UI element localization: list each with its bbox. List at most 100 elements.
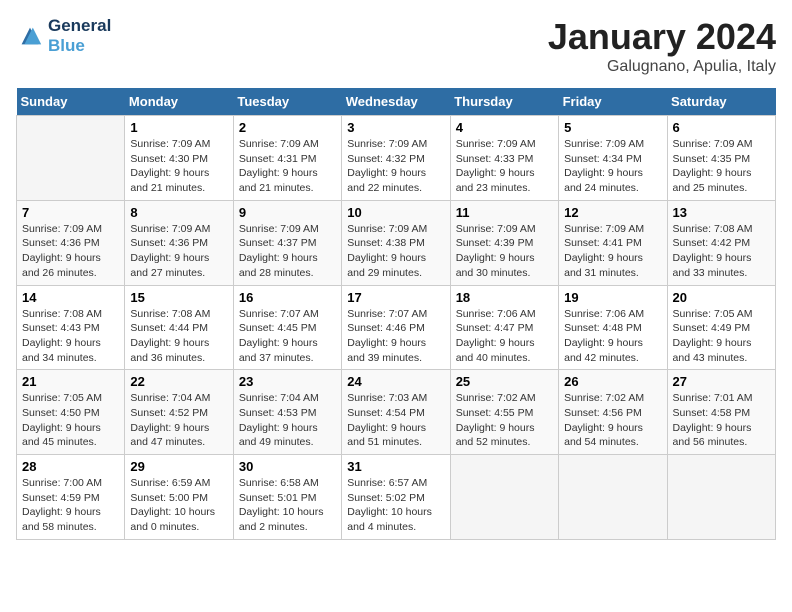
calendar-cell: 13Sunrise: 7:08 AMSunset: 4:42 PMDayligh…: [667, 200, 775, 285]
day-number: 23: [239, 374, 336, 389]
calendar-cell: 7 Sunrise: 7:09 AMSunset: 4:36 PMDaylight…: [17, 200, 125, 285]
calendar-cell: 31 Sunrise: 6:57 AMSunset: 5:02 PMDayligh…: [342, 455, 450, 540]
cell-info: Sunrise: 7:09 AMSunset: 4:41 PMDaylight:…: [564, 222, 661, 281]
day-number: 16: [239, 290, 336, 305]
cell-info: Sunrise: 7:09 AMSunset: 4:36 PMDaylight:…: [22, 222, 119, 281]
day-number: 31: [347, 459, 444, 474]
day-header-wednesday: Wednesday: [342, 88, 450, 116]
calendar-cell: 4 Sunrise: 7:09 AMSunset: 4:33 PMDaylight…: [450, 116, 558, 201]
day-header-saturday: Saturday: [667, 88, 775, 116]
cell-info: Sunrise: 7:08 AMSunset: 4:43 PMDaylight:…: [22, 307, 119, 366]
week-row-2: 7 Sunrise: 7:09 AMSunset: 4:36 PMDaylight…: [17, 200, 776, 285]
cell-info: Sunrise: 7:09 AMSunset: 4:34 PMDaylight:…: [564, 137, 661, 196]
day-number: 24: [347, 374, 444, 389]
title-block: January 2024 Galugnano, Apulia, Italy: [548, 16, 776, 76]
cell-info: Sunrise: 6:57 AMSunset: 5:02 PMDaylight:…: [347, 476, 444, 535]
page-header: General Blue January 2024 Galugnano, Apu…: [16, 16, 776, 76]
cell-info: Sunrise: 7:07 AMSunset: 4:46 PMDaylight:…: [347, 307, 444, 366]
calendar-cell: 26 Sunrise: 7:02 AMSunset: 4:56 PMDayligh…: [559, 370, 667, 455]
cell-info: Sunrise: 7:03 AMSunset: 4:54 PMDaylight:…: [347, 391, 444, 450]
day-header-sunday: Sunday: [17, 88, 125, 116]
day-number: 10: [347, 205, 444, 220]
day-number: 7: [22, 205, 119, 220]
cell-info: Sunrise: 7:02 AMSunset: 4:55 PMDaylight:…: [456, 391, 553, 450]
day-number: 6: [673, 120, 770, 135]
cell-info: Sunrise: 7:09 AMSunset: 4:36 PMDaylight:…: [130, 222, 227, 281]
cell-info: Sunrise: 7:08 AMSunset: 4:44 PMDaylight:…: [130, 307, 227, 366]
cell-info: Sunrise: 7:06 AMSunset: 4:47 PMDaylight:…: [456, 307, 553, 366]
calendar-cell: 8 Sunrise: 7:09 AMSunset: 4:36 PMDaylight…: [125, 200, 233, 285]
calendar-cell: 10 Sunrise: 7:09 AMSunset: 4:38 PMDayligh…: [342, 200, 450, 285]
cell-info: Sunrise: 7:08 AMSunset: 4:42 PMDaylight:…: [673, 222, 770, 281]
day-number: 25: [456, 374, 553, 389]
day-number: 30: [239, 459, 336, 474]
cell-info: Sunrise: 7:02 AMSunset: 4:56 PMDaylight:…: [564, 391, 661, 450]
cell-info: Sunrise: 7:07 AMSunset: 4:45 PMDaylight:…: [239, 307, 336, 366]
logo-text-line1: General: [48, 16, 111, 36]
calendar-cell: 12Sunrise: 7:09 AMSunset: 4:41 PMDayligh…: [559, 200, 667, 285]
day-number: 27: [673, 374, 770, 389]
cell-info: Sunrise: 7:09 AMSunset: 4:37 PMDaylight:…: [239, 222, 336, 281]
day-number: 18: [456, 290, 553, 305]
cell-info: Sunrise: 7:09 AMSunset: 4:39 PMDaylight:…: [456, 222, 553, 281]
calendar-cell: 20Sunrise: 7:05 AMSunset: 4:49 PMDayligh…: [667, 285, 775, 370]
day-header-monday: Monday: [125, 88, 233, 116]
logo: General Blue: [16, 16, 111, 57]
day-number: 4: [456, 120, 553, 135]
cell-info: Sunrise: 7:09 AMSunset: 4:32 PMDaylight:…: [347, 137, 444, 196]
calendar-cell: 11 Sunrise: 7:09 AMSunset: 4:39 PMDayligh…: [450, 200, 558, 285]
calendar-cell: 24 Sunrise: 7:03 AMSunset: 4:54 PMDayligh…: [342, 370, 450, 455]
cell-info: Sunrise: 7:05 AMSunset: 4:49 PMDaylight:…: [673, 307, 770, 366]
week-row-4: 21Sunrise: 7:05 AMSunset: 4:50 PMDayligh…: [17, 370, 776, 455]
logo-text-line2: Blue: [48, 36, 111, 56]
day-header-friday: Friday: [559, 88, 667, 116]
day-number: 11: [456, 205, 553, 220]
calendar-cell: [450, 455, 558, 540]
day-header-tuesday: Tuesday: [233, 88, 341, 116]
logo-icon: [16, 22, 44, 50]
calendar-cell: [667, 455, 775, 540]
cell-info: Sunrise: 7:01 AMSunset: 4:58 PMDaylight:…: [673, 391, 770, 450]
location-subtitle: Galugnano, Apulia, Italy: [548, 58, 776, 76]
calendar-cell: 5 Sunrise: 7:09 AMSunset: 4:34 PMDaylight…: [559, 116, 667, 201]
cell-info: Sunrise: 7:09 AMSunset: 4:31 PMDaylight:…: [239, 137, 336, 196]
header-row: SundayMondayTuesdayWednesdayThursdayFrid…: [17, 88, 776, 116]
day-header-thursday: Thursday: [450, 88, 558, 116]
calendar-cell: 18 Sunrise: 7:06 AMSunset: 4:47 PMDayligh…: [450, 285, 558, 370]
calendar-cell: 25 Sunrise: 7:02 AMSunset: 4:55 PMDayligh…: [450, 370, 558, 455]
cell-info: Sunrise: 7:05 AMSunset: 4:50 PMDaylight:…: [22, 391, 119, 450]
cell-info: Sunrise: 7:00 AMSunset: 4:59 PMDaylight:…: [22, 476, 119, 535]
day-number: 22: [130, 374, 227, 389]
cell-info: Sunrise: 7:09 AMSunset: 4:30 PMDaylight:…: [130, 137, 227, 196]
day-number: 8: [130, 205, 227, 220]
cell-info: Sunrise: 7:09 AMSunset: 4:38 PMDaylight:…: [347, 222, 444, 281]
week-row-1: 1 Sunrise: 7:09 AMSunset: 4:30 PMDaylight…: [17, 116, 776, 201]
day-number: 19: [564, 290, 661, 305]
cell-info: Sunrise: 7:09 AMSunset: 4:33 PMDaylight:…: [456, 137, 553, 196]
day-number: 29: [130, 459, 227, 474]
calendar-cell: 23 Sunrise: 7:04 AMSunset: 4:53 PMDayligh…: [233, 370, 341, 455]
day-number: 28: [22, 459, 119, 474]
day-number: 26: [564, 374, 661, 389]
day-number: 17: [347, 290, 444, 305]
calendar-cell: 1 Sunrise: 7:09 AMSunset: 4:30 PMDaylight…: [125, 116, 233, 201]
day-number: 9: [239, 205, 336, 220]
week-row-5: 28 Sunrise: 7:00 AMSunset: 4:59 PMDayligh…: [17, 455, 776, 540]
calendar-cell: 16 Sunrise: 7:07 AMSunset: 4:45 PMDayligh…: [233, 285, 341, 370]
calendar-cell: 28 Sunrise: 7:00 AMSunset: 4:59 PMDayligh…: [17, 455, 125, 540]
cell-info: Sunrise: 7:04 AMSunset: 4:53 PMDaylight:…: [239, 391, 336, 450]
calendar-cell: 27 Sunrise: 7:01 AMSunset: 4:58 PMDayligh…: [667, 370, 775, 455]
calendar-cell: 15 Sunrise: 7:08 AMSunset: 4:44 PMDayligh…: [125, 285, 233, 370]
calendar-cell: 9 Sunrise: 7:09 AMSunset: 4:37 PMDaylight…: [233, 200, 341, 285]
cell-info: Sunrise: 7:06 AMSunset: 4:48 PMDaylight:…: [564, 307, 661, 366]
day-number: 1: [130, 120, 227, 135]
calendar-cell: 30Sunrise: 6:58 AMSunset: 5:01 PMDayligh…: [233, 455, 341, 540]
calendar-table: SundayMondayTuesdayWednesdayThursdayFrid…: [16, 88, 776, 540]
calendar-cell: 21Sunrise: 7:05 AMSunset: 4:50 PMDayligh…: [17, 370, 125, 455]
cell-info: Sunrise: 7:04 AMSunset: 4:52 PMDaylight:…: [130, 391, 227, 450]
cell-info: Sunrise: 7:09 AMSunset: 4:35 PMDaylight:…: [673, 137, 770, 196]
day-number: 15: [130, 290, 227, 305]
calendar-cell: 17 Sunrise: 7:07 AMSunset: 4:46 PMDayligh…: [342, 285, 450, 370]
calendar-cell: 2Sunrise: 7:09 AMSunset: 4:31 PMDaylight…: [233, 116, 341, 201]
day-number: 5: [564, 120, 661, 135]
